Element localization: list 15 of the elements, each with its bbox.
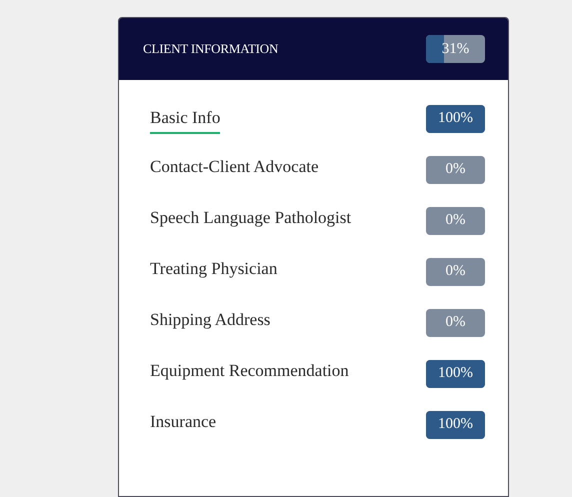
section-link[interactable]: Basic Info — [150, 108, 220, 134]
section-link[interactable]: Treating Physician — [150, 258, 278, 284]
progress-label: 0% — [444, 160, 466, 179]
section-link[interactable]: Speech Language Pathologist — [150, 208, 352, 234]
panel-title: CLIENT INFORMATION — [143, 41, 278, 57]
progress-label: 0% — [444, 211, 466, 230]
section-link[interactable]: Insurance — [150, 412, 216, 438]
progress-label: 100% — [437, 109, 474, 128]
section-link[interactable]: Contact-Client Advocate — [150, 156, 319, 182]
section-link[interactable]: Equipment Recommendation — [150, 360, 349, 386]
progress-label: 0% — [444, 262, 466, 281]
section-link[interactable]: Shipping Address — [150, 310, 270, 336]
progress-label: 100% — [437, 364, 474, 383]
progress-label: 0% — [444, 313, 466, 332]
progress-label: 100% — [437, 415, 474, 434]
